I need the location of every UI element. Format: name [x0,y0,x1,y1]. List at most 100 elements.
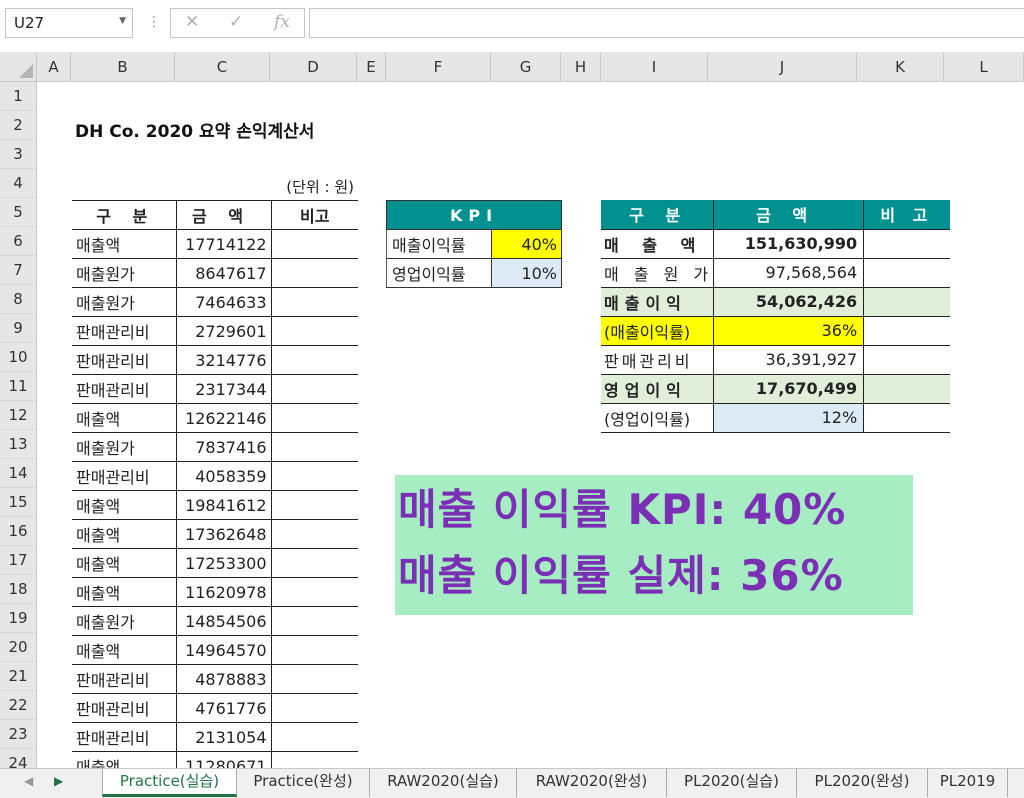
pl-header-category[interactable]: 구 분 [601,200,714,230]
row-header-14[interactable]: 14 [0,459,37,488]
pl-amount-cell[interactable]: 36% [713,316,864,346]
raw-note-cell[interactable] [270,374,358,404]
row-header-4[interactable]: 4 [0,169,37,198]
raw-amount-cell[interactable]: 4878883 [175,664,271,694]
pl-amount-cell[interactable]: 54,062,426 [713,287,864,317]
select-all-button[interactable] [0,52,37,82]
raw-note-cell[interactable] [270,403,358,433]
pl-note-cell[interactable] [863,229,950,259]
raw-amount-cell[interactable]: 12622146 [175,403,271,433]
raw-category-cell[interactable]: 매출액 [72,635,176,665]
col-header-l[interactable]: L [944,52,1024,82]
raw-category-cell[interactable]: 판매관리비 [72,722,176,752]
tab-practice-complete[interactable]: Practice(완성) [237,769,370,797]
row-header-22[interactable]: 22 [0,691,37,720]
pl-header-amount[interactable]: 금 액 [713,200,864,230]
tab-pl2020-complete[interactable]: PL2020(완성) [797,769,928,797]
raw-category-cell[interactable]: 판매관리비 [72,345,176,375]
pl-label-cell[interactable]: 영업이익 [601,374,714,404]
raw-category-cell[interactable]: 매출원가 [72,258,176,288]
raw-amount-cell[interactable]: 11280671 [175,751,271,768]
raw-amount-cell[interactable]: 4761776 [175,693,271,723]
pl-label-cell[interactable]: (영업이익률) [601,403,714,433]
col-header-d[interactable]: D [270,52,357,82]
raw-amount-cell[interactable]: 4058359 [175,461,271,491]
raw-note-cell[interactable] [270,287,358,317]
pl-note-cell[interactable] [863,316,950,346]
scroll-right-icon[interactable]: ▶ [54,774,63,788]
tab-pl2019[interactable]: PL2019 [928,769,1008,797]
pl-note-cell[interactable] [863,345,950,375]
raw-note-cell[interactable] [270,606,358,636]
raw-category-cell[interactable]: 매출액 [72,577,176,607]
raw-note-cell[interactable] [270,345,358,375]
col-header-g[interactable]: G [491,52,561,82]
pl-label-cell[interactable]: 매출이익 [601,287,714,317]
raw-note-cell[interactable] [270,722,358,752]
kpi-label-cell[interactable]: 매출이익률 [386,229,492,259]
row-header-12[interactable]: 12 [0,401,37,430]
raw-amount-cell[interactable]: 19841612 [175,490,271,520]
raw-category-cell[interactable]: 매출원가 [72,606,176,636]
row-header-2[interactable]: 2 [0,111,37,140]
pl-label-cell[interactable]: (매출이익률) [601,316,714,346]
raw-note-cell[interactable] [270,432,358,462]
row-header-20[interactable]: 20 [0,633,37,662]
raw-amount-cell[interactable]: 14964570 [175,635,271,665]
raw-category-cell[interactable]: 매출원가 [72,432,176,462]
kpi-value-cell[interactable]: 40% [491,229,562,259]
row-header-19[interactable]: 19 [0,604,37,633]
raw-amount-cell[interactable]: 17714122 [175,229,271,259]
name-box[interactable]: U27 ▼ [5,8,133,38]
raw-note-cell[interactable] [270,635,358,665]
row-header-15[interactable]: 15 [0,488,37,517]
raw-note-cell[interactable] [270,548,358,578]
tab-raw2020-complete[interactable]: RAW2020(완성) [517,769,667,797]
col-header-f[interactable]: F [386,52,491,82]
raw-category-cell[interactable]: 매출액 [72,490,176,520]
raw-category-cell[interactable]: 매출액 [72,751,176,768]
raw-category-cell[interactable]: 매출액 [72,403,176,433]
raw-category-cell[interactable]: 매출원가 [72,287,176,317]
row-header-21[interactable]: 21 [0,662,37,691]
kpi-header[interactable]: KPI [386,200,562,230]
raw-note-cell[interactable] [270,751,358,768]
raw-header-amount[interactable]: 금 액 [175,200,271,230]
pl-amount-cell[interactable]: 151,630,990 [713,229,864,259]
row-header-13[interactable]: 13 [0,430,37,459]
row-header-11[interactable]: 11 [0,372,37,401]
cancel-icon[interactable]: ✕ [185,12,199,32]
row-header-3[interactable]: 3 [0,140,37,169]
tab-raw2020-exercise[interactable]: RAW2020(실습) [370,769,517,797]
col-header-b[interactable]: B [71,52,175,82]
raw-note-cell[interactable] [270,664,358,694]
pl-label-cell[interactable]: 매 출 액 [601,229,714,259]
raw-category-cell[interactable]: 매출액 [72,229,176,259]
raw-amount-cell[interactable]: 2317344 [175,374,271,404]
tab-pl2020-exercise[interactable]: PL2020(실습) [667,769,797,797]
pl-amount-cell[interactable]: 36,391,927 [713,345,864,375]
raw-amount-cell[interactable]: 8647617 [175,258,271,288]
row-header-16[interactable]: 16 [0,517,37,546]
raw-note-cell[interactable] [270,519,358,549]
pl-note-cell[interactable] [863,403,950,433]
row-header-1[interactable]: 1 [0,82,37,111]
raw-header-note[interactable]: 비고 [270,200,358,230]
raw-amount-cell[interactable]: 7837416 [175,432,271,462]
raw-amount-cell[interactable]: 14854506 [175,606,271,636]
col-header-e[interactable]: E [357,52,386,82]
raw-note-cell[interactable] [270,229,358,259]
col-header-k[interactable]: K [857,52,944,82]
raw-amount-cell[interactable]: 3214776 [175,345,271,375]
raw-category-cell[interactable]: 판매관리비 [72,316,176,346]
raw-amount-cell[interactable]: 17362648 [175,519,271,549]
raw-category-cell[interactable]: 매출액 [72,548,176,578]
raw-category-cell[interactable]: 매출액 [72,519,176,549]
raw-category-cell[interactable]: 판매관리비 [72,693,176,723]
raw-amount-cell[interactable]: 2131054 [175,722,271,752]
kpi-comparison-textbox[interactable]: 매출 이익률 KPI: 40% 매출 이익률 실제: 36% [395,475,913,615]
row-header-9[interactable]: 9 [0,314,37,343]
pl-label-cell[interactable]: 판매관리비 [601,345,714,375]
col-header-j[interactable]: J [708,52,857,82]
row-header-8[interactable]: 8 [0,285,37,314]
